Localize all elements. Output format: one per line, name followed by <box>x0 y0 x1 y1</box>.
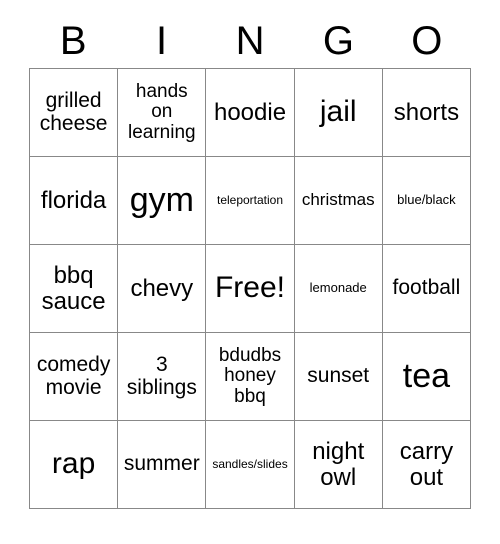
bingo-cell[interactable]: chevy <box>118 245 207 333</box>
bingo-cell[interactable]: hands on learning <box>118 69 207 157</box>
bingo-cell-label: carry out <box>399 437 454 491</box>
bingo-row: grilled cheese hands on learning hoodie … <box>30 69 472 157</box>
bingo-header-letter-n: N <box>235 19 265 63</box>
bingo-cell[interactable]: gym <box>118 157 207 245</box>
bingo-cell-label: Free! <box>214 271 286 305</box>
bingo-cell-label: hoodie <box>213 98 287 126</box>
bingo-cell-label: chevy <box>130 274 194 302</box>
bingo-header-row: B I N G O <box>29 14 471 68</box>
bingo-cell-label: football <box>392 276 461 300</box>
bingo-row: rap summer sandles/slides night owl carr… <box>30 421 472 509</box>
bingo-header-letter-g: G <box>322 19 354 63</box>
bingo-cell[interactable]: bdudbs honey bbq <box>206 333 295 421</box>
bingo-grid: grilled cheese hands on learning hoodie … <box>29 68 472 509</box>
bingo-card: B I N G O grilled cheese hands on learni… <box>29 14 472 509</box>
bingo-cell-label: gym <box>129 181 194 220</box>
bingo-cell[interactable]: blue/black <box>382 157 472 245</box>
bingo-cell[interactable]: rap <box>30 421 119 509</box>
bingo-cell[interactable]: sandles/slides <box>206 421 295 509</box>
bingo-cell-label: christmas <box>301 190 375 210</box>
bingo-cell-label: lemonade <box>309 280 367 296</box>
bingo-cell-label: sandles/slides <box>212 457 288 472</box>
bingo-cell-label: 3 siblings <box>126 352 197 399</box>
bingo-header-letter-b: B <box>59 19 87 63</box>
bingo-row: comedy movie 3 siblings bdudbs honey bbq… <box>30 333 472 421</box>
bingo-cell-label: blue/black <box>397 192 456 208</box>
bingo-cell[interactable]: florida <box>30 157 119 245</box>
bingo-cell[interactable]: bbq sauce <box>30 245 119 333</box>
bingo-cell-label: shorts <box>393 98 460 126</box>
bingo-cell[interactable]: shorts <box>382 69 472 157</box>
bingo-row: bbq sauce chevy Free! lemonade football <box>30 245 472 333</box>
bingo-row: florida gym teleportation christmas blue… <box>30 157 472 245</box>
bingo-cell-label: grilled cheese <box>39 88 108 135</box>
bingo-cell-label: bbq sauce <box>41 261 106 315</box>
bingo-cell[interactable]: summer <box>118 421 207 509</box>
bingo-cell-label: rap <box>51 447 96 481</box>
bingo-cell[interactable]: hoodie <box>206 69 295 157</box>
bingo-cell[interactable]: christmas <box>294 157 383 245</box>
bingo-cell[interactable]: teleportation <box>206 157 295 245</box>
bingo-cell[interactable]: tea <box>382 333 472 421</box>
bingo-cell[interactable]: sunset <box>294 333 383 421</box>
bingo-cell-label: jail <box>319 95 357 129</box>
bingo-cell-label: teleportation <box>216 193 284 208</box>
bingo-cell-label: tea <box>402 357 451 396</box>
bingo-cell-label: summer <box>123 452 200 476</box>
bingo-cell-label: comedy movie <box>36 352 111 399</box>
bingo-cell-label: night owl <box>312 437 365 491</box>
bingo-cell-label: bdudbs honey bbq <box>218 344 282 407</box>
bingo-cell[interactable]: grilled cheese <box>30 69 119 157</box>
bingo-cell[interactable]: 3 siblings <box>118 333 207 421</box>
bingo-cell-label: sunset <box>307 364 370 388</box>
bingo-cell[interactable]: comedy movie <box>30 333 119 421</box>
bingo-cell-free[interactable]: Free! <box>206 245 295 333</box>
bingo-cell[interactable]: jail <box>294 69 383 157</box>
bingo-cell[interactable]: lemonade <box>294 245 383 333</box>
bingo-cell-label: hands on learning <box>128 80 196 143</box>
bingo-cell[interactable]: carry out <box>382 421 472 509</box>
bingo-cell[interactable]: night owl <box>294 421 383 509</box>
bingo-header-letter-o: O <box>411 19 443 63</box>
bingo-header-letter-i: I <box>156 19 168 63</box>
bingo-cell[interactable]: football <box>382 245 472 333</box>
bingo-cell-label: florida <box>40 186 107 214</box>
